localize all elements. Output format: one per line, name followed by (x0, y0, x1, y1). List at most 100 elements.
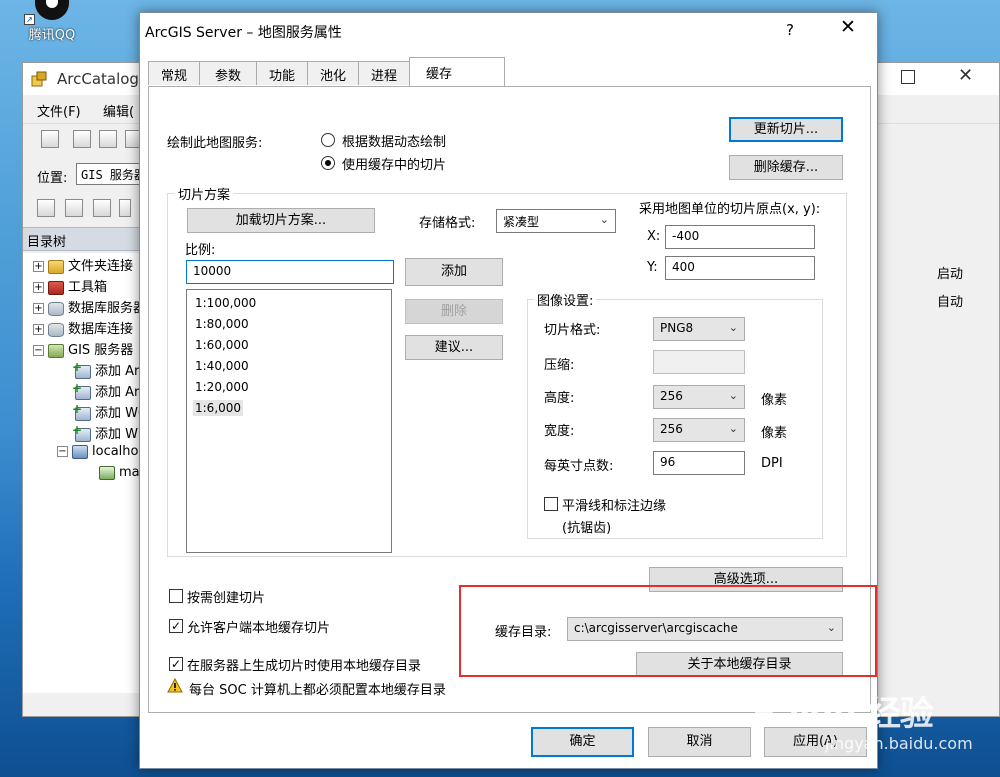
map-service-icon (99, 465, 115, 480)
delete-scale-button[interactable]: 删除 (405, 299, 503, 324)
draw-mode-label: 绘制此地图服务: (167, 136, 263, 151)
tab-caching[interactable]: 缓存 (409, 57, 505, 86)
tree-item-map-service[interactable]: map (99, 465, 140, 485)
on-demand-label[interactable]: 按需创建切片 (187, 587, 265, 606)
radio-cache-label[interactable]: 使用缓存中的切片 (342, 154, 446, 173)
use-local-cache-checkbox[interactable]: ✓ (169, 657, 183, 671)
scale-list-item[interactable]: 1:100,000 (193, 295, 258, 311)
disconnect-folder-icon[interactable] (99, 130, 117, 148)
suggest-scales-button[interactable]: 建议... (405, 335, 503, 360)
allow-client-cache-label[interactable]: 允许客户端本地缓存切片 (187, 617, 330, 636)
menu-file[interactable]: 文件(F) (37, 101, 81, 120)
expand-icon[interactable]: + (33, 261, 44, 272)
expand-icon[interactable]: + (33, 282, 44, 293)
toolbar-overflow-icon[interactable] (119, 199, 131, 217)
origin-x-input[interactable]: -400 (665, 225, 815, 249)
connect-folder-icon[interactable] (73, 130, 91, 148)
scale-list-item[interactable]: 1:60,000 (193, 337, 251, 353)
add-server-icon (72, 381, 91, 400)
qq-penguin-icon (35, 0, 69, 20)
update-tiles-button[interactable]: 更新切片... (729, 117, 843, 142)
antialias-label-sub: (抗锯齿) (562, 521, 612, 536)
storage-format-select[interactable]: 紧凑型 ⌄ (496, 209, 616, 233)
delete-cache-button[interactable]: 删除缓存... (729, 155, 843, 180)
antialias-checkbox[interactable] (544, 497, 558, 511)
expand-icon[interactable]: + (33, 303, 44, 314)
tree-label: GIS 服务器 (68, 343, 134, 358)
radio-dynamic[interactable] (321, 133, 335, 147)
maximize-icon[interactable] (901, 70, 915, 84)
tab-general[interactable]: 常规 (148, 61, 200, 85)
scale-list-item[interactable]: 1:80,000 (193, 316, 251, 332)
tree-item-add-arcims[interactable]: 添加 ArcIMS (72, 381, 140, 401)
tree-item-gis-servers[interactable]: − GIS 服务器 (33, 339, 133, 359)
tree-item-folder-connections[interactable]: + 文件夹连接 (33, 255, 133, 275)
up-level-icon[interactable] (41, 130, 59, 148)
on-demand-checkbox[interactable] (169, 589, 183, 603)
tree-label: 添加 ArcGIS (95, 364, 140, 379)
tab-parameters[interactable]: 参数 (199, 61, 257, 85)
ok-button[interactable]: 确定 (531, 727, 634, 757)
tree-item-database-servers[interactable]: + 数据库服务器 (33, 297, 140, 317)
tree-item-add-arcgis[interactable]: 添加 ArcGIS (72, 360, 140, 380)
allow-client-cache-checkbox[interactable]: ✓ (169, 619, 183, 633)
catalog-tree: + 文件夹连接 + 工具箱 + 数据库服务器 + 数据库连接 − GIS 服务器 添加 A… (23, 253, 141, 693)
status-started: 启动 (937, 267, 964, 282)
dialog-close-button[interactable]: ✕ (840, 16, 856, 38)
origin-y-input[interactable]: 400 (665, 256, 815, 280)
use-local-cache-label[interactable]: 在服务器上生成切片时使用本地缓存目录 (187, 655, 421, 674)
scale-list-item[interactable]: 1:20,000 (193, 379, 251, 395)
antialias-label[interactable]: 平滑线和标注边缘 (562, 495, 666, 514)
collapse-icon[interactable]: − (57, 446, 68, 457)
warning-text: 每台 SOC 计算机上都必须配置本地缓存目录 (189, 683, 446, 698)
tile-format-select[interactable]: PNG8 ⌄ (653, 317, 745, 341)
tile-width-label: 宽度: (544, 424, 575, 439)
tile-height-select[interactable]: 256 ⌄ (653, 385, 745, 409)
scale-label: 比例: (185, 243, 216, 258)
database-icon (48, 322, 64, 337)
radio-dynamic-label[interactable]: 根据数据动态绘制 (342, 131, 446, 150)
menu-edit[interactable]: 编辑( (103, 101, 134, 120)
scale-input[interactable]: 10000 (186, 260, 394, 284)
close-icon[interactable]: ✕ (958, 65, 973, 86)
help-button[interactable]: ? (786, 21, 794, 39)
desktop-qq-shortcut[interactable]: ↗ 腾讯QQ (22, 0, 82, 48)
load-tiling-scheme-button[interactable]: 加载切片方案... (187, 208, 375, 233)
scale-list-item-selected[interactable]: 1:6,000 (193, 400, 244, 416)
tree-item-toolboxes[interactable]: + 工具箱 (33, 276, 107, 296)
add-scale-button[interactable]: 添加 (405, 258, 503, 286)
dpi-input[interactable]: 96 (653, 451, 745, 475)
chevron-down-icon: ⌄ (599, 213, 609, 226)
paste-toolbar-icon[interactable] (93, 199, 111, 217)
location-label: 位置: (37, 171, 68, 186)
radio-cache[interactable] (321, 156, 335, 170)
collapse-icon[interactable]: − (33, 345, 44, 356)
tile-width-value: 256 (660, 422, 683, 436)
origin-x-label: X: (647, 229, 661, 244)
desktop-qq-label: 腾讯QQ (28, 28, 76, 43)
cancel-button[interactable]: 取消 (648, 727, 751, 757)
add-server-icon (72, 402, 91, 421)
tree-item-add-wms[interactable]: 添加 WMS (72, 423, 140, 443)
tab-processes[interactable]: 进程 (358, 61, 410, 85)
database-icon (48, 301, 64, 316)
scale-list[interactable]: 1:100,000 1:80,000 1:60,000 1:40,000 1:2… (186, 289, 392, 553)
dpi-label: 每英寸点数: (544, 459, 614, 474)
compression-input[interactable] (653, 350, 745, 374)
folder-icon (48, 259, 64, 274)
origin-y-label: Y: (647, 260, 658, 275)
edit-toolbar-icon[interactable] (37, 199, 55, 217)
tab-capabilities[interactable]: 功能 (256, 61, 308, 85)
tree-item-add-wcs[interactable]: 添加 WCS (72, 402, 140, 422)
scale-list-item[interactable]: 1:40,000 (193, 358, 251, 374)
expand-icon[interactable]: + (33, 324, 44, 335)
tile-height-value: 256 (660, 389, 683, 403)
tree-label: 添加 ArcIMS (95, 385, 140, 400)
copy-toolbar-icon[interactable] (65, 199, 83, 217)
tab-pooling[interactable]: 池化 (307, 61, 359, 85)
tree-item-localhost[interactable]: − localhost (57, 444, 140, 464)
tile-width-select[interactable]: 256 ⌄ (653, 418, 745, 442)
tree-label: map (119, 465, 140, 480)
tree-item-database-connections[interactable]: + 数据库连接 (33, 318, 133, 338)
gis-server-icon (48, 343, 64, 358)
